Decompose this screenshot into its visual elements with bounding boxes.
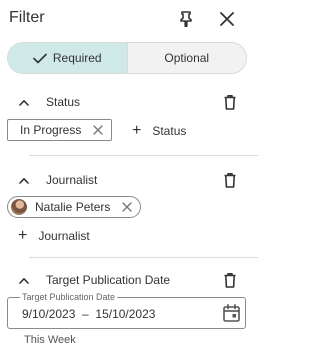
trash-icon[interactable] [221, 271, 239, 289]
section-header-journalist: Journalist [17, 170, 242, 190]
toggle-required[interactable]: Required [8, 43, 128, 73]
section-title-target-date: Target Publication Date [46, 273, 171, 287]
avatar [11, 199, 27, 215]
status-chip-label: In Progress [20, 123, 82, 137]
required-optional-toggle: Required Optional [7, 42, 247, 74]
plus-icon: + [18, 227, 28, 244]
plus-icon: + [132, 122, 142, 139]
close-icon[interactable] [216, 8, 238, 30]
chevron-up-icon[interactable] [17, 95, 31, 109]
journalist-chip-label: Natalie Peters [35, 200, 111, 214]
section-header-target-date: Target Publication Date [17, 270, 242, 290]
journalist-chip: Natalie Peters [7, 196, 142, 218]
check-icon [33, 53, 47, 63]
divider [29, 155, 258, 156]
pin-icon[interactable] [175, 8, 197, 30]
add-status-button[interactable]: + Status [132, 122, 187, 139]
divider [29, 257, 258, 258]
date-preset-text: This Week [24, 334, 76, 346]
toggle-required-label: Required [52, 51, 102, 65]
remove-chip-icon[interactable] [91, 123, 105, 137]
add-status-label: Status [152, 124, 187, 138]
chevron-up-icon[interactable] [17, 273, 31, 287]
date-range-field-label: Target Publication Date [20, 291, 118, 303]
date-range-value[interactable]: 9/10/2023 – 15/10/2023 [22, 306, 155, 322]
calendar-icon[interactable] [220, 302, 242, 324]
section-title-journalist: Journalist [46, 173, 98, 187]
remove-chip-icon[interactable] [120, 200, 134, 214]
status-chip: In Progress [7, 119, 113, 141]
add-journalist-label: Journalist [38, 229, 90, 243]
toggle-optional-label: Optional [164, 51, 210, 65]
section-title-status: Status [46, 95, 81, 109]
add-journalist-button[interactable]: + Journalist [18, 227, 90, 244]
trash-icon[interactable] [221, 171, 239, 189]
trash-icon[interactable] [221, 93, 239, 111]
panel-title: Filter [9, 9, 45, 26]
section-header-status: Status [17, 92, 242, 112]
toggle-optional[interactable]: Optional [128, 43, 247, 73]
chevron-up-icon[interactable] [17, 173, 31, 187]
